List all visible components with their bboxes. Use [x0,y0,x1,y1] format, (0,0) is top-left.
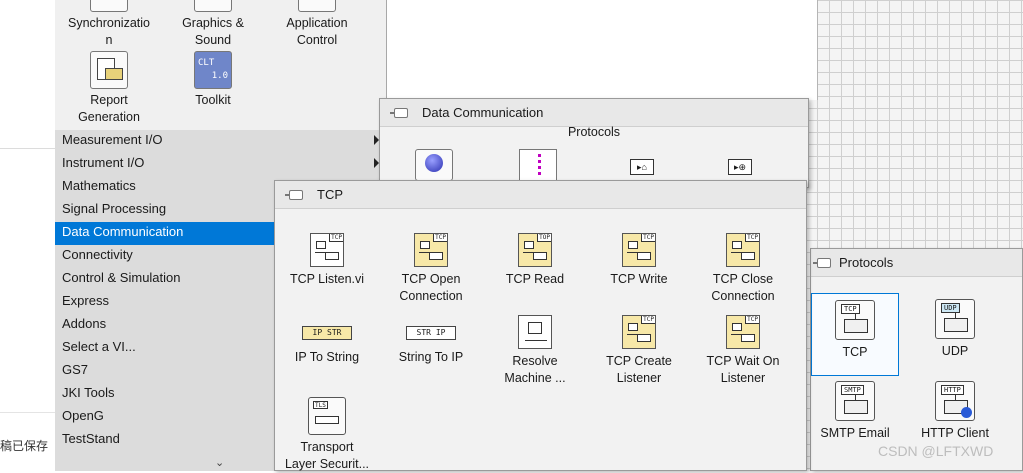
palette-title-bar: Data Communication [380,99,808,127]
resolve-machine-icon [518,315,552,349]
palette-item-string-to-ip[interactable]: STR IP String To IP [379,315,483,366]
tcp-icon: TCP [835,300,875,340]
palette-item-transport-layer-security[interactable]: TLS Transport Layer Securit... [275,397,379,473]
palette-item-tcp-write[interactable]: TCP TCP Write [587,233,691,288]
pin-icon[interactable] [813,258,831,268]
tcp-create-listener-icon: TCP [622,315,656,349]
ip-to-string-icon: IP STR [302,326,352,340]
palette-item-report-generation[interactable]: Report Generation [61,51,157,126]
palette-item-application-control[interactable]: Application Control [269,0,365,49]
tcp-listen-icon: TCP [310,233,344,267]
transport-layer-security-icon: TLS [308,397,346,435]
application-control-icon [298,0,336,12]
palette-title-bar: Protocols [811,249,1022,277]
tcp-write-icon: TCP [622,233,656,267]
chevron-down-icon[interactable]: ⌄ [215,456,224,469]
palette-item-tcp-read[interactable]: TOP TCP Read [483,233,587,288]
palette-item-tcp[interactable]: TCP TCP [811,293,899,376]
pin-icon[interactable] [390,108,408,118]
protocols-palette: Protocols TCP TCP UDP UDP SMTP SMTP Emai… [810,248,1023,471]
palette-item-graphics-sound[interactable]: Graphics & Sound [165,0,261,49]
palette-item-synchronization[interactable]: Synchronizatio n [61,0,157,49]
saved-status: 稿已保存 [0,439,49,453]
palette-item-tcp-wait-on-listener[interactable]: TCP TCP Wait On Listener [691,315,795,387]
protocols-folder-icon[interactable] [415,149,453,181]
http-client-icon: HTTP [935,381,975,421]
palette-item-resolve-machine[interactable]: Resolve Machine ... [483,315,587,387]
udp-icon: UDP [935,299,975,339]
data-socket-icon[interactable] [519,149,557,181]
menu-item-instrument-io[interactable]: Instrument I/O [55,153,385,176]
palette-item-tcp-create-listener[interactable]: TCP TCP Create Listener [587,315,691,387]
tcp-wait-on-listener-icon: TCP [726,315,760,349]
palette-item-toolkit[interactable]: CLT 1.0 Toolkit [165,51,261,109]
tcp-palette: TCP TCP TCP Listen.vi TCP TCP Open Conne… [274,180,807,471]
functions-palette-top: Synchronizatio n Graphics & Sound Applic… [55,0,387,132]
string-to-ip-icon: STR IP [406,326,456,340]
section-label-protocols: Protocols [567,125,621,139]
palette-item-http-client[interactable]: HTTP HTTP Client [907,381,1003,442]
palette-item-tcp-listen[interactable]: TCP TCP Listen.vi [275,233,379,288]
watermark: CSDN @LFTXWD [878,443,994,459]
tcp-close-connection-icon: TCP [726,233,760,267]
palette-item-udp[interactable]: UDP UDP [907,299,1003,360]
menu-item-measurement-io[interactable]: Measurement I/O [55,130,385,153]
report-generation-icon [90,51,128,89]
editor-left-pane [0,0,56,471]
palette-item-tcp-close-connection[interactable]: TCP TCP Close Connection [691,233,795,305]
tcp-read-icon: TOP [518,233,552,267]
pin-icon[interactable] [285,190,303,200]
divider [0,148,56,149]
palette-title-bar: TCP [275,181,806,209]
graphics-sound-icon [194,0,232,12]
data-communication-palette: Data Communication Protocols ▸⌂ ▸⊕ [379,98,809,188]
smtp-email-icon: SMTP [835,381,875,421]
synchronization-icon [90,0,128,12]
toolkit-icon: CLT 1.0 [194,51,232,89]
tcp-open-connection-icon: TCP [414,233,448,267]
divider [0,412,56,413]
palette-item-ip-to-string[interactable]: IP STR IP To String [275,315,379,366]
palette-item-tcp-open-connection[interactable]: TCP TCP Open Connection [379,233,483,305]
front-panel-area [386,0,818,100]
web-services-icon[interactable]: ▸⊕ [728,159,752,175]
network-streams-icon[interactable]: ▸⌂ [630,159,654,175]
palette-item-smtp-email[interactable]: SMTP SMTP Email [809,381,901,442]
